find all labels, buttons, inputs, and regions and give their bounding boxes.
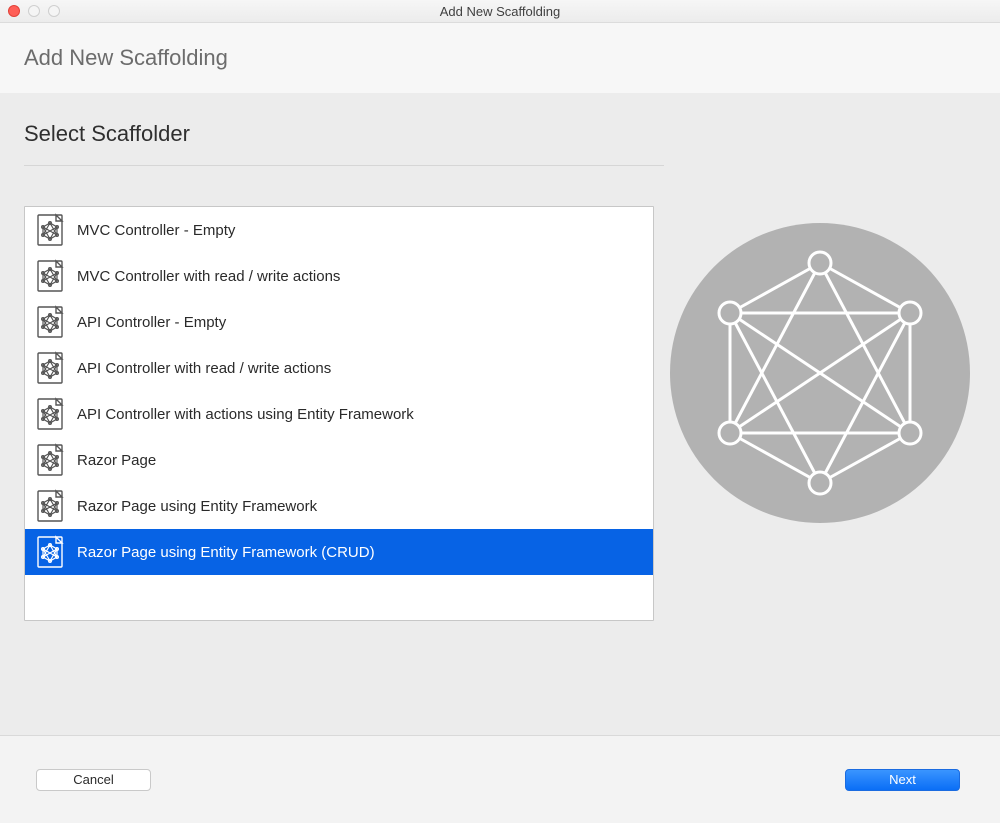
scaffolder-item-razor-ef[interactable]: Razor Page using Entity Framework — [25, 483, 653, 529]
item-label: API Controller with read / write actions — [77, 360, 331, 377]
cancel-button[interactable]: Cancel — [36, 769, 151, 791]
item-label: Razor Page — [77, 452, 156, 469]
section-header: Select Scaffolder — [0, 93, 660, 178]
item-label: MVC Controller with read / write actions — [77, 268, 340, 285]
dialog-header: Add New Scaffolding — [0, 23, 1000, 93]
item-label: API Controller - Empty — [77, 314, 226, 331]
scaffold-file-icon — [33, 259, 67, 293]
scaffolder-item-mvc-empty[interactable]: MVC Controller - Empty — [25, 207, 653, 253]
next-button[interactable]: Next — [845, 769, 960, 791]
preview-illustration — [670, 223, 970, 523]
title-bar: Add New Scaffolding — [0, 0, 1000, 23]
scaffolder-list[interactable]: MVC Controller - Empty MVC Controller wi… — [24, 206, 654, 621]
scaffolder-item-razor[interactable]: Razor Page — [25, 437, 653, 483]
scaffold-file-icon — [33, 305, 67, 339]
scaffolder-item-api-ef[interactable]: API Controller with actions using Entity… — [25, 391, 653, 437]
item-label: API Controller with actions using Entity… — [77, 406, 414, 423]
item-label: Razor Page using Entity Framework (CRUD) — [77, 544, 375, 561]
section-title: Select Scaffolder — [24, 121, 636, 147]
scaffold-file-icon — [33, 489, 67, 523]
section-separator — [24, 165, 664, 166]
scaffolder-item-mvc-rw[interactable]: MVC Controller with read / write actions — [25, 253, 653, 299]
scaffold-file-icon — [33, 443, 67, 477]
dialog-content: Select Scaffolder MVC Controller - Empty… — [0, 93, 1000, 735]
window: Add New Scaffolding Add New Scaffolding … — [0, 0, 1000, 823]
scaffold-file-icon — [33, 535, 67, 569]
item-label: Razor Page using Entity Framework — [77, 498, 317, 515]
scaffolder-item-razor-ef-crud[interactable]: Razor Page using Entity Framework (CRUD) — [25, 529, 653, 575]
dialog-footer: Cancel Next — [0, 735, 1000, 823]
scaffolder-item-api-empty[interactable]: API Controller - Empty — [25, 299, 653, 345]
window-title: Add New Scaffolding — [0, 4, 1000, 19]
scaffold-file-icon — [33, 213, 67, 247]
item-label: MVC Controller - Empty — [77, 222, 235, 239]
scaffold-file-icon — [33, 397, 67, 431]
scaffold-graph-icon — [670, 223, 970, 523]
scaffold-file-icon — [33, 351, 67, 385]
scaffolder-item-api-rw[interactable]: API Controller with read / write actions — [25, 345, 653, 391]
dialog-title: Add New Scaffolding — [24, 45, 228, 71]
